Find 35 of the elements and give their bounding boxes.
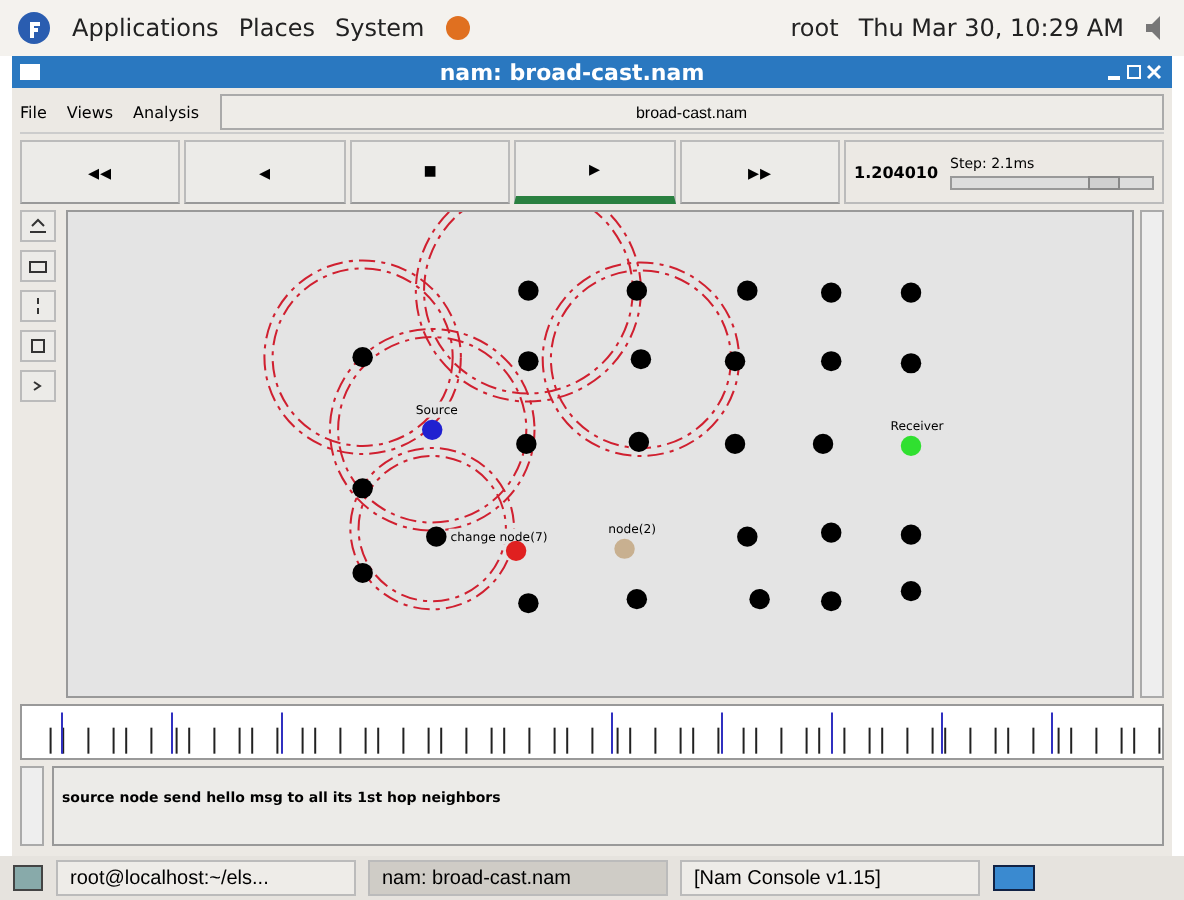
workspace-icon[interactable] (992, 864, 1036, 892)
step-slider[interactable] (950, 175, 1155, 189)
tool-button[interactable] (20, 250, 56, 282)
show-desktop-icon[interactable] (12, 864, 44, 892)
clock: Thu Mar 30, 10:29 AM (858, 14, 1124, 42)
tool-button[interactable] (20, 210, 56, 242)
tool-icon (28, 256, 48, 276)
browser-icon[interactable] (444, 14, 473, 42)
playback-button[interactable]: ■ (349, 140, 511, 204)
menu-item[interactable]: Analysis (133, 103, 200, 121)
logo-icon (16, 10, 52, 46)
panel-menu[interactable]: Places (238, 14, 315, 42)
user-name: root (790, 14, 839, 42)
menu-item[interactable]: File (20, 103, 47, 121)
slider-thumb[interactable] (1088, 175, 1121, 189)
panel-menu[interactable]: System (334, 14, 425, 42)
taskbar-button[interactable]: nam: broad-cast.nam (368, 860, 668, 896)
playback-button[interactable]: ◂◂ (20, 140, 181, 204)
tool-button[interactable] (20, 290, 56, 322)
window-title: nam: broad-cast.nam (437, 59, 707, 85)
vertical-scrollbar[interactable] (1140, 210, 1164, 698)
playback-button[interactable]: ▸ (514, 140, 676, 204)
taskbar-button[interactable]: root@localhost:~/els... (56, 860, 356, 896)
tool-icon (28, 216, 48, 236)
taskbar-button[interactable]: [Nam Console v1.15] (680, 860, 980, 896)
panel-menu[interactable]: Applications (72, 14, 219, 42)
time-reading: 1.204010 (854, 163, 939, 181)
playback-button[interactable]: ▸▸ (679, 140, 841, 204)
tool-button[interactable] (20, 330, 56, 362)
menu-item[interactable]: Views (66, 103, 114, 121)
file-name-field[interactable]: broad-cast.nam (219, 94, 1164, 130)
playback-button[interactable]: ◂ (184, 140, 346, 204)
annotation-scrollbar[interactable] (20, 766, 44, 846)
close-icon[interactable] (1144, 62, 1164, 82)
maximize-icon[interactable] (1124, 62, 1144, 82)
